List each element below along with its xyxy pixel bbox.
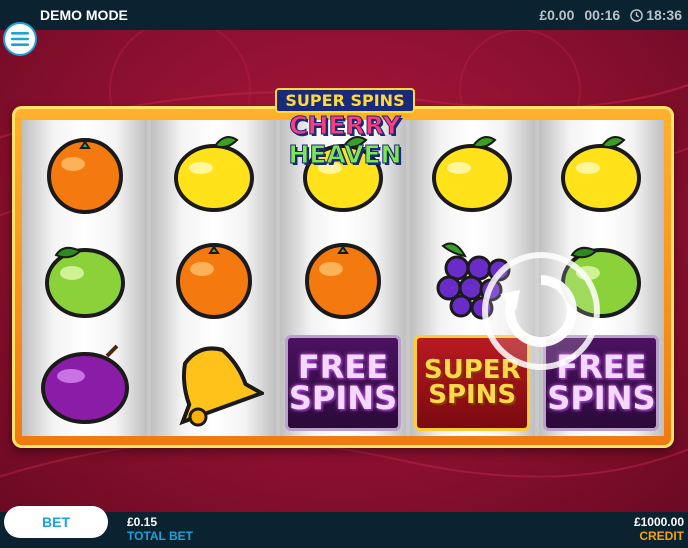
free-spins-line2: SPINS	[288, 378, 398, 417]
orange-icon	[46, 137, 123, 214]
free-spins-line2: SPINS	[547, 378, 656, 417]
bet-button[interactable]: BET	[4, 506, 108, 538]
free-spins-symbol: FREE SPINS	[280, 330, 405, 435]
total-bet-value: £0.15	[127, 515, 158, 529]
logo-super-spins: SUPER SPINS	[275, 88, 415, 113]
lime-icon	[44, 246, 125, 318]
bell-icon	[179, 345, 264, 426]
bell-symbol	[151, 330, 276, 435]
lemon-symbol	[539, 120, 664, 225]
total-bet-label: TOTAL BET	[127, 529, 193, 543]
credit-label: CREDIT	[639, 529, 684, 543]
clock-display: 18:36	[630, 7, 682, 23]
session-timer: 00:16	[584, 7, 621, 23]
logo-cherry-heaven: CHERRY HEAVEN	[234, 111, 456, 170]
top-status-bar: DEMO MODE £0.00 00:16 18:36	[0, 0, 688, 30]
clock-icon	[630, 9, 644, 22]
status-info: £0.00 00:16 18:36	[539, 7, 682, 23]
orange-symbol	[280, 225, 405, 330]
game-logo: SUPER SPINS CHERRY HEAVEN	[234, 88, 456, 170]
menu-button[interactable]	[3, 22, 37, 56]
spin-button[interactable]	[480, 250, 602, 372]
demo-mode-label: DEMO MODE	[40, 7, 128, 23]
plum-icon	[40, 344, 129, 424]
credit-value: £1000.00	[633, 515, 684, 529]
total-bet-display: £0.15 TOTAL BET	[127, 515, 193, 543]
free-spins-line1: FREE	[297, 348, 389, 387]
orange-symbol	[22, 120, 147, 225]
free-spins-tile: FREE SPINS	[285, 334, 401, 431]
hamburger-icon	[11, 32, 29, 46]
balance-display: £0.00	[539, 7, 575, 23]
orange-symbol	[151, 225, 276, 330]
logo-cherry: CHERRY	[289, 111, 402, 141]
lemon-icon	[561, 135, 642, 212]
logo-heaven: HEAVEN	[288, 140, 402, 170]
clock-time: 18:36	[646, 7, 682, 23]
reel-1	[22, 120, 148, 436]
orange-icon	[175, 242, 252, 319]
super-spins-line2: SPINS	[428, 379, 517, 410]
lime-symbol	[22, 225, 147, 330]
credit-display: £1000.00 CREDIT	[634, 515, 684, 543]
plum-symbol	[22, 330, 147, 435]
orange-icon	[305, 242, 381, 319]
